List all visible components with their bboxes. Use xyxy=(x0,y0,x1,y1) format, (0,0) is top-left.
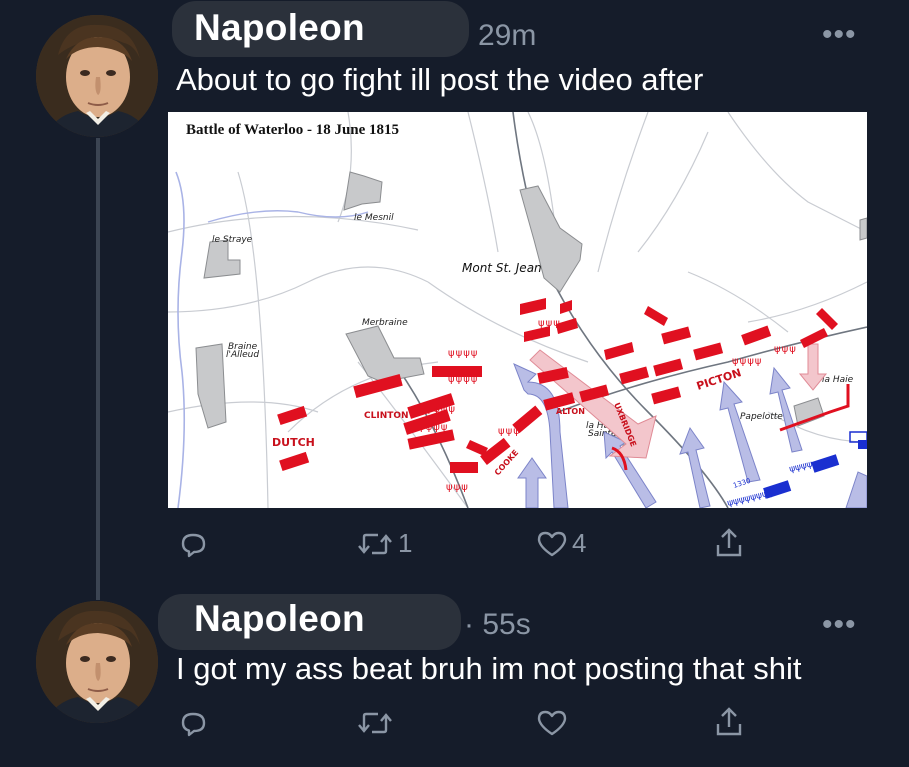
avatar[interactable] xyxy=(36,15,158,137)
heart-icon xyxy=(537,531,567,556)
more-options-icon[interactable]: ••• xyxy=(822,18,857,52)
svg-text:ψψψψ: ψψψψ xyxy=(788,459,814,474)
label-mont-st-jean: Mont St. Jean xyxy=(462,261,542,275)
svg-text:ψψψψψ: ψψψψψ xyxy=(418,404,456,415)
reply-icon xyxy=(181,712,206,737)
reply-button[interactable] xyxy=(179,709,213,739)
reply-button[interactable] xyxy=(179,530,213,560)
label-la-haie: la Haie xyxy=(822,375,854,385)
svg-text:ψψψψ: ψψψψ xyxy=(418,422,448,433)
waterloo-battle-map: Battle of Waterloo - 18 June 1815 le Mes… xyxy=(168,112,867,508)
retweet-count: 1 xyxy=(398,528,413,558)
label-clinton: CLINTON xyxy=(364,411,409,421)
tweet-media-image[interactable]: Battle of Waterloo - 18 June 1815 le Mes… xyxy=(168,112,867,508)
share-button[interactable] xyxy=(713,527,745,559)
napoleon-portrait-icon xyxy=(36,15,158,137)
reply-icon xyxy=(181,533,206,558)
retweet-button[interactable] xyxy=(356,708,398,738)
retweet-button[interactable]: 1 xyxy=(356,528,412,559)
thread-connector-line xyxy=(96,138,100,600)
display-name[interactable]: Napoleon xyxy=(194,598,365,640)
svg-text:ψψψψ: ψψψψ xyxy=(448,348,478,359)
heart-icon xyxy=(537,710,567,736)
svg-text:ψψψψψψψψ: ψψψψψψψψ xyxy=(726,488,775,508)
svg-text:ψψψ: ψψψ xyxy=(446,482,469,493)
more-options-icon[interactable]: ••• xyxy=(822,608,857,642)
label-picton: PICTON xyxy=(695,366,743,393)
label-merbraine: Merbraine xyxy=(362,318,408,328)
share-icon xyxy=(716,707,742,736)
share-icon xyxy=(716,528,742,557)
napoleon-portrait-icon xyxy=(36,601,158,723)
like-button[interactable]: 4 xyxy=(536,528,586,559)
share-button[interactable] xyxy=(713,706,745,738)
display-name[interactable]: Napoleon xyxy=(194,7,365,49)
timestamp[interactable]: · 55s xyxy=(464,608,531,642)
retweet-icon xyxy=(358,712,392,734)
like-button[interactable] xyxy=(536,708,572,738)
svg-text:ψψψ: ψψψ xyxy=(498,426,521,437)
svg-text:ψψψ: ψψψ xyxy=(538,318,561,329)
label-alton: ALTON xyxy=(556,407,585,416)
label-lalleud: l'Alleud xyxy=(226,350,259,360)
timestamp[interactable]: 29m xyxy=(478,19,536,53)
retweet-icon xyxy=(358,533,392,554)
label-papelotte: Papelotte xyxy=(740,412,783,422)
like-count: 4 xyxy=(572,528,587,558)
svg-text:ψψψψ: ψψψψ xyxy=(732,356,762,367)
label-le-mesnil: le Mesnil xyxy=(354,213,394,223)
svg-text:ψψψψ: ψψψψ xyxy=(448,374,478,385)
tweet-text: I got my ass beat bruh im not posting th… xyxy=(176,651,802,686)
svg-text:ψψψ: ψψψ xyxy=(774,344,797,355)
label-1330: 1330 xyxy=(732,477,751,490)
label-dutch: DUTCH xyxy=(272,436,315,449)
tweet-text: About to go fight ill post the video aft… xyxy=(176,62,704,97)
label-le-straye: le Straye xyxy=(212,235,253,245)
map-title: Battle of Waterloo - 18 June 1815 xyxy=(186,122,399,138)
avatar[interactable] xyxy=(36,601,158,723)
